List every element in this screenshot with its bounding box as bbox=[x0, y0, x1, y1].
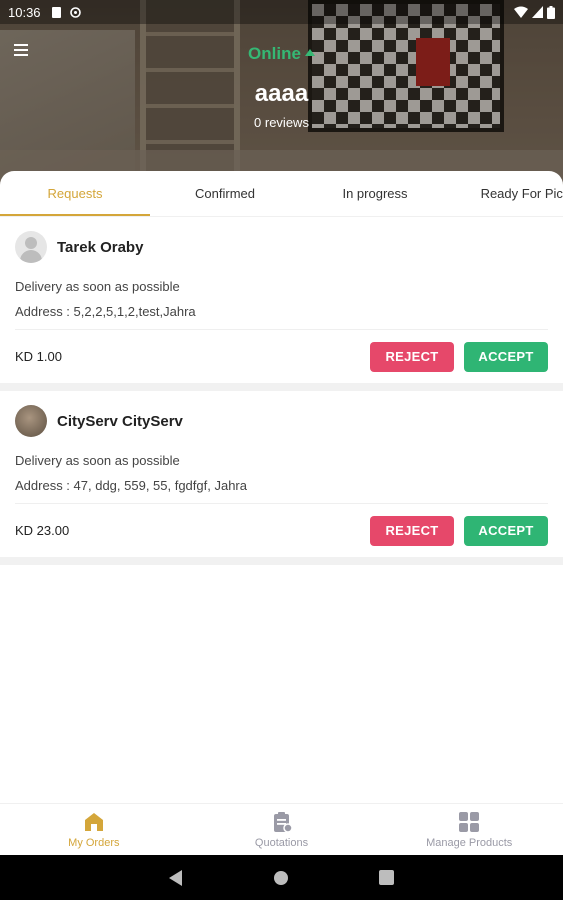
clipboard-icon bbox=[273, 812, 293, 833]
divider bbox=[0, 557, 563, 565]
avatar bbox=[15, 405, 47, 437]
customer-name: CityServ CityServ bbox=[57, 412, 183, 430]
order-card[interactable]: Tarek Oraby Delivery as soon as possible… bbox=[0, 217, 563, 383]
sync-icon bbox=[69, 6, 81, 18]
back-icon[interactable] bbox=[169, 869, 183, 886]
grid-icon bbox=[459, 812, 480, 832]
accept-button[interactable]: ACCEPT bbox=[464, 341, 548, 372]
availability-label: Online bbox=[248, 44, 301, 63]
order-price: KD 1.00 bbox=[15, 349, 62, 364]
wifi-icon bbox=[514, 6, 528, 18]
home-icon bbox=[84, 813, 103, 831]
tab-ready-for-pickup[interactable]: Ready For Pick bbox=[450, 171, 563, 216]
reject-button[interactable]: REJECT bbox=[370, 341, 454, 372]
delivery-time: Delivery as soon as possible bbox=[15, 453, 180, 468]
system-navigation-bar bbox=[0, 855, 563, 900]
reviews-count[interactable]: 0 reviews bbox=[0, 115, 563, 130]
order-price: KD 23.00 bbox=[15, 523, 70, 538]
customer-name: Tarek Oraby bbox=[57, 238, 144, 256]
order-tabs: Requests Confirmed In progress Ready For… bbox=[0, 171, 563, 217]
signal-icon bbox=[532, 6, 543, 18]
shop-name: aaaa bbox=[254, 80, 309, 107]
tab-confirmed[interactable]: Confirmed bbox=[150, 171, 300, 216]
nav-quotations[interactable]: Quotations bbox=[188, 804, 376, 855]
tab-requests[interactable]: Requests bbox=[0, 171, 150, 216]
delivery-time: Delivery as soon as possible bbox=[15, 279, 180, 294]
battery-icon bbox=[547, 5, 555, 19]
bottom-navigation: My Orders Quotations Manage Products bbox=[0, 803, 563, 855]
tab-in-progress[interactable]: In progress bbox=[300, 171, 450, 216]
nav-label: Quotations bbox=[254, 837, 309, 849]
recents-icon[interactable] bbox=[379, 870, 394, 885]
delivery-address: Address : 5,2,2,5,1,2,test,Jahra bbox=[15, 304, 196, 319]
sim-card-icon bbox=[51, 6, 61, 18]
orders-panel: Requests Confirmed In progress Ready For… bbox=[0, 171, 563, 803]
nav-label: Manage Products bbox=[426, 837, 513, 849]
triangle-up-icon bbox=[304, 49, 315, 56]
accept-button[interactable]: ACCEPT bbox=[464, 515, 548, 546]
avatar bbox=[15, 231, 47, 263]
availability-toggle[interactable]: Online bbox=[0, 44, 563, 64]
status-bar: 10:36 bbox=[0, 0, 563, 24]
order-card[interactable]: CityServ CityServ Delivery as soon as po… bbox=[0, 391, 563, 557]
nav-my-orders[interactable]: My Orders bbox=[0, 804, 188, 855]
home-circle-icon[interactable] bbox=[273, 870, 289, 886]
app-screen: 10:36 Online aaaa 0 reviews Requests Con… bbox=[0, 0, 563, 900]
reject-button[interactable]: REJECT bbox=[370, 515, 454, 546]
status-time: 10:36 bbox=[8, 4, 41, 20]
delivery-address: Address : 47, ddg, 559, 55, fgdfgf, Jahr… bbox=[15, 478, 247, 493]
nav-label: My Orders bbox=[68, 837, 120, 849]
nav-manage-products[interactable]: Manage Products bbox=[375, 804, 563, 855]
divider bbox=[0, 383, 563, 391]
